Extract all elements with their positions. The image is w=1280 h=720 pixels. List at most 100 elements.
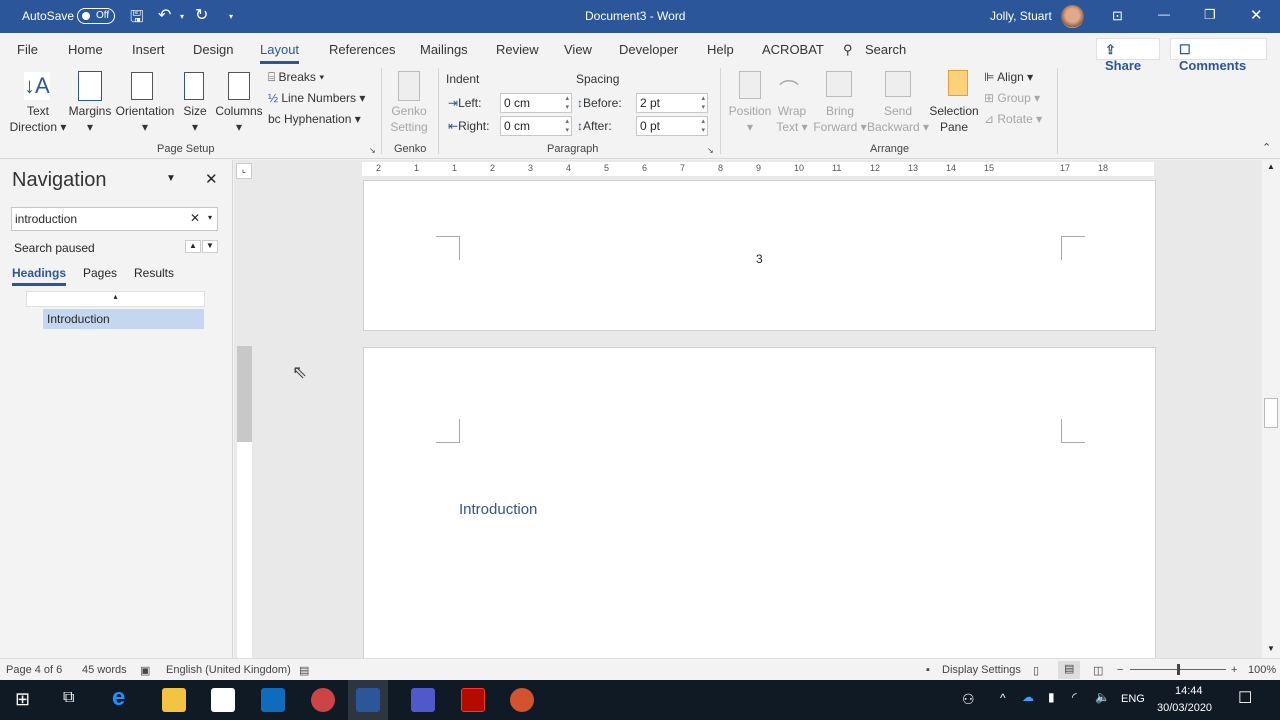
- redo-icon[interactable]: ↻: [195, 5, 208, 25]
- size-button[interactable]: Size ▾: [180, 103, 210, 135]
- zoom-slider-thumb[interactable]: [1177, 664, 1180, 675]
- tab-design[interactable]: Design: [193, 42, 233, 57]
- tab-help[interactable]: Help: [707, 42, 734, 57]
- tab-references[interactable]: References: [329, 42, 395, 57]
- tab-review[interactable]: Review: [496, 42, 539, 57]
- word-taskbar-button[interactable]: [348, 680, 388, 720]
- task-view-icon[interactable]: ⧉: [63, 689, 74, 707]
- nav-tab-results[interactable]: Results: [134, 266, 174, 280]
- show-hidden-icons[interactable]: ^: [1000, 691, 1006, 705]
- selection-pane-button[interactable]: Selection Pane: [928, 103, 980, 135]
- battery-icon[interactable]: ▮: [1048, 690, 1055, 704]
- edge-icon[interactable]: e: [112, 684, 136, 711]
- send-backward-button[interactable]: Send Backward ▾: [866, 103, 930, 135]
- accessibility-icon[interactable]: ▤: [299, 664, 309, 677]
- tab-selector[interactable]: ⌞: [236, 163, 252, 179]
- nav-tab-headings[interactable]: Headings: [12, 266, 67, 286]
- nav-search-input[interactable]: introduction ✕ ▾: [11, 207, 218, 231]
- page-setup-dialog-launcher[interactable]: ↘: [369, 146, 376, 155]
- volume-icon[interactable]: 🔈: [1095, 690, 1110, 704]
- nav-close-icon[interactable]: ✕: [205, 170, 218, 188]
- tab-developer[interactable]: Developer: [619, 42, 678, 57]
- zoom-slider[interactable]: [1130, 664, 1226, 675]
- nav-tab-pages[interactable]: Pages: [83, 266, 117, 280]
- share-button[interactable]: ⇪ Share: [1096, 38, 1160, 73]
- heading-collapse-row[interactable]: ▴: [26, 291, 205, 307]
- word-count[interactable]: 45 words: [82, 664, 127, 676]
- close-icon[interactable]: ✕: [1250, 6, 1263, 24]
- wifi-icon[interactable]: ◜: [1072, 690, 1077, 704]
- outlook-icon[interactable]: [261, 688, 285, 712]
- indent-right-input[interactable]: 0 cm: [500, 116, 572, 136]
- document-heading[interactable]: Introduction: [459, 501, 537, 518]
- input-language[interactable]: ENG: [1121, 693, 1145, 705]
- powerpoint-icon[interactable]: [510, 688, 534, 712]
- tab-mailings[interactable]: Mailings: [420, 42, 468, 57]
- search-options-icon[interactable]: ▾: [208, 213, 212, 222]
- line-numbers-button[interactable]: ½ Line Numbers ▾: [268, 90, 365, 106]
- previous-result-icon[interactable]: ▲: [185, 240, 201, 253]
- vertical-ruler[interactable]: [237, 346, 252, 658]
- store-icon[interactable]: [211, 688, 235, 712]
- notifications-icon[interactable]: ☐: [1238, 688, 1252, 708]
- search-box[interactable]: Search: [865, 42, 906, 57]
- zoom-out-icon[interactable]: −: [1117, 664, 1123, 676]
- read-mode-icon[interactable]: ▯: [1033, 664, 1039, 677]
- horizontal-ruler[interactable]: 2 1 1 2 3 4 5 6 7 8 9 10 11 12 13 14 15 17 18: [362, 162, 1154, 176]
- avatar[interactable]: [1061, 5, 1084, 28]
- ribbon-display-icon[interactable]: ⊡: [1112, 8, 1123, 24]
- group-button[interactable]: ⊞ Group ▾: [984, 90, 1040, 106]
- next-result-icon[interactable]: ▼: [202, 240, 218, 253]
- tab-layout[interactable]: Layout: [260, 42, 300, 64]
- spacing-before-input[interactable]: 2 pt: [636, 93, 708, 113]
- columns-button[interactable]: Columns ▾: [214, 103, 264, 135]
- nav-heading-item[interactable]: Introduction: [43, 309, 204, 329]
- wrap-text-button[interactable]: Wrap Text ▾: [774, 103, 810, 135]
- position-button[interactable]: Position ▾: [726, 103, 774, 135]
- nav-options-icon[interactable]: ▼: [166, 173, 176, 184]
- user-name[interactable]: Jolly, Stuart: [990, 9, 1052, 23]
- comments-button[interactable]: ☐ Comments: [1170, 38, 1267, 73]
- clock-date[interactable]: 30/03/2020: [1157, 702, 1212, 714]
- hyphenation-button[interactable]: bc Hyphenation ▾: [268, 111, 361, 127]
- save-icon[interactable]: 🖫: [130, 6, 144, 33]
- margins-button[interactable]: Margins ▾: [66, 103, 114, 135]
- people-icon[interactable]: ⚇: [962, 691, 975, 708]
- clock-time[interactable]: 14:44: [1175, 685, 1203, 697]
- windows-start-icon[interactable]: ⊞: [15, 689, 30, 710]
- tab-file[interactable]: File: [17, 42, 38, 57]
- orientation-button[interactable]: Orientation ▾: [114, 103, 176, 135]
- bring-forward-button[interactable]: Bring Forward ▾: [810, 103, 870, 135]
- text-direction-button[interactable]: Text Direction ▾: [8, 103, 68, 135]
- vertical-scrollbar[interactable]: ▲ ▼: [1262, 160, 1280, 658]
- zoom-level[interactable]: 100%: [1248, 664, 1276, 676]
- align-button[interactable]: ⊫ Align ▾: [984, 69, 1033, 85]
- teams-icon[interactable]: [411, 688, 435, 712]
- scroll-up-icon[interactable]: ▲: [1267, 162, 1275, 171]
- undo-dropdown-icon[interactable]: ▾: [180, 12, 184, 21]
- onedrive-icon[interactable]: ☁: [1022, 690, 1034, 704]
- web-layout-icon[interactable]: ◫: [1093, 664, 1103, 677]
- proofing-icon[interactable]: ▣: [140, 664, 150, 677]
- scrollbar-thumb[interactable]: [1264, 398, 1278, 428]
- print-layout-icon[interactable]: ▤: [1058, 661, 1081, 679]
- collapse-ribbon-icon[interactable]: ⌃: [1262, 141, 1271, 154]
- genko-setting-button[interactable]: Genko Setting: [385, 103, 433, 135]
- breaks-button[interactable]: ⌸ Breaks ▾: [268, 69, 324, 85]
- tab-home[interactable]: Home: [68, 42, 103, 57]
- restore-icon[interactable]: ❐: [1204, 7, 1216, 23]
- paragraph-dialog-launcher[interactable]: ↘: [707, 146, 714, 155]
- snipping-tool-icon[interactable]: [311, 688, 335, 712]
- page[interactable]: 3: [363, 180, 1156, 331]
- display-settings[interactable]: Display Settings: [942, 664, 1021, 676]
- page-count[interactable]: Page 4 of 6: [6, 664, 62, 676]
- search-icon[interactable]: ⚲: [843, 42, 853, 58]
- language[interactable]: English (United Kingdom): [166, 664, 291, 676]
- minimize-icon[interactable]: —: [1158, 7, 1170, 21]
- indent-left-input[interactable]: 0 cm: [500, 93, 572, 113]
- spacing-after-input[interactable]: 0 pt: [636, 116, 708, 136]
- display-settings-icon[interactable]: ▪: [926, 664, 930, 676]
- scroll-down-icon[interactable]: ▼: [1267, 644, 1275, 653]
- tab-view[interactable]: View: [564, 42, 592, 57]
- zoom-in-icon[interactable]: +: [1231, 664, 1237, 676]
